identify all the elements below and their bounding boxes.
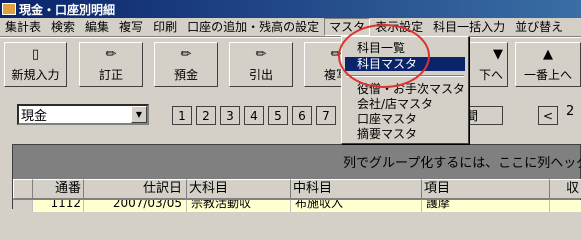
ledger-window-icon: [2, 3, 16, 15]
chevron-down-icon[interactable]: ▼: [131, 106, 147, 123]
row-selector-header[interactable]: [13, 179, 33, 199]
move-down-label: 下へ: [478, 67, 503, 82]
column-header-major-category[interactable]: 大科目: [187, 179, 291, 199]
page-button-3[interactable]: 3: [220, 106, 240, 125]
menu-account-setup[interactable]: 口座の追加・残高の設定: [182, 18, 324, 36]
menu-print[interactable]: 印刷: [148, 18, 182, 36]
page-button-7[interactable]: 7: [316, 106, 336, 125]
column-header-middle-category[interactable]: 中科目: [291, 179, 422, 199]
cell-middle-category: 布施収入: [291, 200, 422, 212]
data-grid[interactable]: 列でグループ化するには、ここに列ヘッダ 通番 仕訳日 大科目 中科目 項目 収 …: [12, 144, 581, 212]
menu-bar: 集計表 検索 編集 複写 印刷 口座の追加・残高の設定 マスタ 表示設定 科目一…: [0, 18, 581, 37]
menu-item-description-master[interactable]: 摘要マスタ: [345, 127, 465, 141]
menu-summary[interactable]: 集計表: [0, 18, 46, 36]
page-button-5[interactable]: 5: [268, 106, 288, 125]
group-by-area[interactable]: 列でグループ化するには、ここに列ヘッダ: [13, 145, 581, 178]
new-entry-label: 新規入力: [11, 67, 60, 82]
window-title: 現金・口座別明細: [19, 2, 116, 17]
pencil-icon: ✏: [105, 46, 117, 62]
page-button-1[interactable]: 1: [172, 106, 192, 125]
deposit-label: 預金: [173, 67, 198, 82]
correct-label: 訂正: [98, 67, 123, 82]
deposit-button[interactable]: ✏ 預金: [154, 42, 218, 87]
cell-serial: 1112: [33, 200, 84, 212]
withdraw-label: 引出: [248, 67, 273, 82]
column-header-income[interactable]: 収: [550, 179, 581, 199]
title-bar: 現金・口座別明細: [0, 0, 581, 18]
correct-button[interactable]: ✏ 訂正: [79, 42, 143, 87]
cell-major-category: 宗教活動収: [187, 200, 291, 212]
page-button-2[interactable]: 2: [196, 106, 216, 125]
cell-entry-date: 2007/03/05: [84, 200, 187, 212]
menu-item-bank-account-master[interactable]: 口座マスタ: [345, 112, 465, 126]
menu-item-account-list[interactable]: 科目一覧: [345, 41, 465, 55]
next-page-number[interactable]: 2: [566, 104, 574, 119]
column-header-item[interactable]: 項目: [422, 179, 550, 199]
menu-copy[interactable]: 複写: [114, 18, 148, 36]
withdraw-button[interactable]: ✏ 引出: [229, 42, 293, 87]
new-document-icon: ▯: [31, 46, 40, 62]
toolbar: ▯ 新規入力 ✏ 訂正 ✏ 預金 ✏ 引出 ✏ 複写 ▼ 下へ ▲ 一番上へ: [0, 37, 581, 90]
cell-item: 護摩: [422, 200, 550, 212]
page-button-4[interactable]: 4: [244, 106, 264, 125]
table-row[interactable]: 1112 2007/03/05 宗教活動収 布施収入 護摩: [13, 200, 581, 212]
pencil-icon: ✏: [330, 46, 342, 62]
master-menu-dropdown: 科目一覧 科目マスタ 役僧・お手次マスタ 会社/店マスタ 口座マスタ 摘要マスタ: [341, 36, 469, 144]
group-hint-text: 列でグループ化するには、ここに列ヘッダ: [343, 156, 581, 171]
account-select-value: 現金: [21, 109, 48, 124]
menu-item-account-master[interactable]: 科目マスタ: [345, 57, 465, 71]
menu-separator: [346, 75, 464, 77]
menu-item-company-master[interactable]: 会社/店マスタ: [345, 97, 465, 111]
grid-header-row: 通番 仕訳日 大科目 中科目 項目 収: [13, 179, 581, 199]
account-select[interactable]: 現金 ▼: [17, 104, 149, 125]
column-header-serial[interactable]: 通番: [33, 179, 84, 199]
previous-button[interactable]: <: [538, 106, 558, 125]
menu-sort[interactable]: 並び替え: [510, 18, 568, 36]
menu-display-settings[interactable]: 表示設定: [370, 18, 428, 36]
menu-search[interactable]: 検索: [46, 18, 80, 36]
column-header-entry-date[interactable]: 仕訳日: [84, 179, 187, 199]
move-top-button[interactable]: ▲ 一番上へ: [515, 42, 581, 87]
cell-income: [550, 200, 581, 212]
arrow-down-icon: ▼: [493, 46, 503, 62]
pencil-icon: ✏: [255, 46, 267, 62]
menu-item-priest-master[interactable]: 役僧・お手次マスタ: [345, 82, 465, 96]
move-top-label: 一番上へ: [523, 67, 572, 82]
new-entry-button[interactable]: ▯ 新規入力: [4, 42, 67, 87]
page-button-6[interactable]: 6: [292, 106, 312, 125]
menu-edit[interactable]: 編集: [80, 18, 114, 36]
row-selector[interactable]: [13, 200, 33, 212]
arrow-up-icon: ▲: [543, 46, 553, 62]
menu-bulk-input[interactable]: 科目一括入力: [428, 18, 510, 36]
pencil-icon: ✏: [180, 46, 192, 62]
menu-master[interactable]: マスタ: [324, 18, 371, 36]
